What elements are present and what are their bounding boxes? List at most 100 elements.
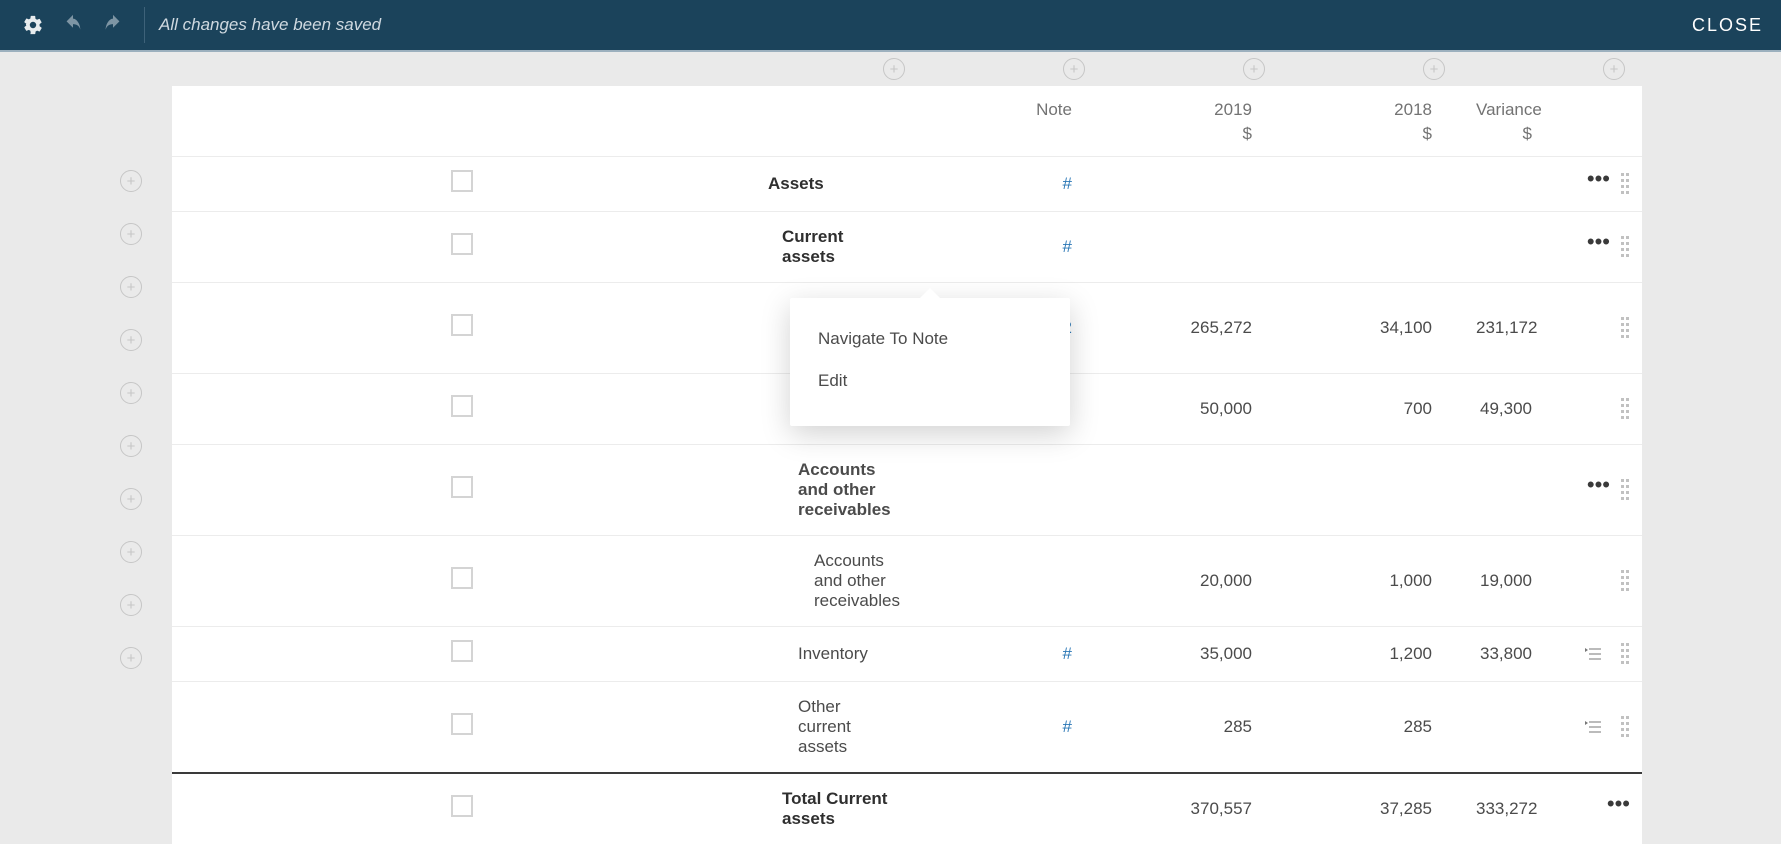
row-label[interactable]: Accounts and other receivables [742,535,922,626]
drag-handle-icon[interactable] [1620,316,1630,340]
value-cell[interactable]: 20,000 [1102,535,1282,626]
drag-handle-icon[interactable] [1620,172,1630,196]
value-cell[interactable]: 37,285 [1282,773,1462,844]
note-link[interactable]: # [1063,717,1072,736]
more-icon[interactable]: ••• [1586,480,1610,500]
col-header-b: 2018$ [1282,86,1462,156]
value-cell[interactable] [1102,444,1282,535]
row-checkbox[interactable] [451,233,473,255]
close-button[interactable]: CLOSE [1692,15,1763,36]
row-label[interactable]: Other current assets [742,681,922,773]
add-row-button[interactable]: + [120,541,142,563]
drag-handle-icon[interactable] [1620,397,1630,421]
row-label[interactable]: Accounts and other receivables [742,444,922,535]
value-cell[interactable]: 35,000 [1102,626,1282,681]
note-cell [922,773,1102,844]
table-row: Accounts and other receivables 20,0001,00… [172,535,1642,626]
value-cell[interactable]: 1,200 [1282,626,1462,681]
list-icon[interactable] [1582,646,1602,662]
value-cell[interactable] [1102,156,1282,211]
workspace: + + + + + + + + + + + + + + + Note 2019$ [0,86,1781,844]
row-actions: ••• [1562,156,1642,211]
value-cell[interactable]: 19,000 [1462,535,1562,626]
more-icon[interactable]: ••• [1586,237,1610,257]
value-cell[interactable]: 34,100 [1282,282,1462,373]
drag-handle-icon[interactable] [1620,642,1630,666]
value-cell[interactable]: 49,300 [1462,373,1562,444]
row-label[interactable]: Assets [742,156,922,211]
row-actions: ••• [1562,211,1642,282]
value-cell[interactable] [1282,156,1462,211]
row-actions [1562,626,1642,681]
row-checkbox[interactable] [451,567,473,589]
add-column-button[interactable]: + [1603,58,1625,80]
value-cell[interactable]: 285 [1102,681,1282,773]
row-checkbox[interactable] [451,476,473,498]
value-cell[interactable]: 231,172 [1462,282,1562,373]
value-cell[interactable]: 33,800 [1462,626,1562,681]
add-row-button[interactable]: + [120,435,142,457]
add-column-button[interactable]: + [1423,58,1445,80]
add-column-button[interactable]: + [1063,58,1085,80]
add-row-button[interactable]: + [120,329,142,351]
add-row-button[interactable]: + [120,488,142,510]
value-cell[interactable] [1282,211,1462,282]
note-link[interactable]: # [1063,644,1072,663]
add-row-button[interactable]: + [120,170,142,192]
more-icon[interactable]: ••• [1606,799,1630,819]
note-link[interactable]: # [1063,174,1072,193]
add-row-button[interactable]: + [120,382,142,404]
drag-handle-icon[interactable] [1620,478,1630,502]
undo-icon[interactable] [58,10,88,40]
note-cell [922,535,1102,626]
value-cell[interactable]: 285 [1282,681,1462,773]
drag-handle-icon[interactable] [1620,569,1630,593]
table-row: Total Current assets 370,55737,285333,272… [172,773,1642,844]
value-cell[interactable]: 265,272 [1102,282,1282,373]
add-column-button[interactable]: + [1243,58,1265,80]
value-cell[interactable]: 1,000 [1282,535,1462,626]
drag-handle-icon[interactable] [1620,235,1630,259]
row-actions: ••• [1562,444,1642,535]
col-header-note: Note [922,86,1102,156]
redo-icon[interactable] [98,10,128,40]
row-checkbox[interactable] [451,713,473,735]
value-cell[interactable]: 700 [1282,373,1462,444]
row-label[interactable]: Current assets [742,211,922,282]
row-label[interactable]: Inventory [742,626,922,681]
value-cell[interactable] [1102,211,1282,282]
row-checkbox[interactable] [451,795,473,817]
add-row-button[interactable]: + [120,276,142,298]
row-checkbox[interactable] [451,314,473,336]
row-actions [1562,282,1642,373]
add-row-button[interactable]: + [120,223,142,245]
row-label[interactable]: Total Current assets [742,773,922,844]
table-row: Assets # ••• [172,156,1642,211]
note-link[interactable]: # [1063,237,1072,256]
value-cell[interactable] [1462,156,1562,211]
note-cell: # [922,626,1102,681]
row-add-gutter: + + + + + + + + + + [120,170,142,700]
list-icon[interactable] [1582,719,1602,735]
value-cell[interactable] [1462,681,1562,773]
value-cell[interactable] [1282,444,1462,535]
value-cell[interactable] [1462,444,1562,535]
drag-handle-icon[interactable] [1620,715,1630,739]
row-checkbox[interactable] [451,395,473,417]
note-cell: # [922,156,1102,211]
popover-edit[interactable]: Edit [790,360,1070,402]
value-cell[interactable]: 50,000 [1102,373,1282,444]
row-checkbox[interactable] [451,170,473,192]
note-cell: # [922,211,1102,282]
value-cell[interactable]: 333,272 [1462,773,1562,844]
add-column-button[interactable]: + [883,58,905,80]
gear-icon[interactable] [18,10,48,40]
row-checkbox[interactable] [451,640,473,662]
add-row-button[interactable]: + [120,647,142,669]
financial-table: Note 2019$ 2018$ Variance$ Assets#•••Cur… [172,86,1642,844]
add-row-button[interactable]: + [120,594,142,616]
value-cell[interactable]: 370,557 [1102,773,1282,844]
more-icon[interactable]: ••• [1586,174,1610,194]
popover-navigate[interactable]: Navigate To Note [790,318,1070,360]
value-cell[interactable] [1462,211,1562,282]
